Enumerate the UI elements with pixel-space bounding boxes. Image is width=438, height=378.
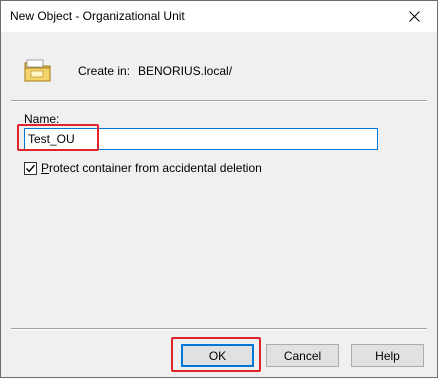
help-button[interactable]: Help — [351, 344, 424, 367]
protect-checkbox-row[interactable]: Protect container from accidental deleti… — [24, 161, 262, 175]
ou-folder-icon — [24, 59, 51, 82]
close-button[interactable] — [391, 1, 437, 32]
dialog-window: New Object - Organizational Unit Create … — [0, 0, 438, 378]
protect-checkbox[interactable] — [24, 161, 37, 175]
protect-checkbox-label[interactable]: Protect container from accidental deleti… — [41, 161, 262, 175]
create-in-label: Create in: — [78, 64, 131, 78]
title-bar[interactable]: New Object - Organizational Unit — [1, 1, 437, 32]
footer-divider — [11, 328, 427, 330]
checkmark-icon — [25, 164, 36, 172]
window-title: New Object - Organizational Unit — [10, 9, 185, 23]
name-label: Name: — [24, 112, 60, 126]
ok-button[interactable]: OK — [181, 344, 254, 367]
close-icon — [408, 11, 420, 22]
create-in-path: BENORIUS.local/ — [138, 64, 233, 78]
name-input[interactable] — [24, 128, 378, 150]
header-divider — [11, 100, 427, 102]
cancel-button[interactable]: Cancel — [266, 344, 339, 367]
